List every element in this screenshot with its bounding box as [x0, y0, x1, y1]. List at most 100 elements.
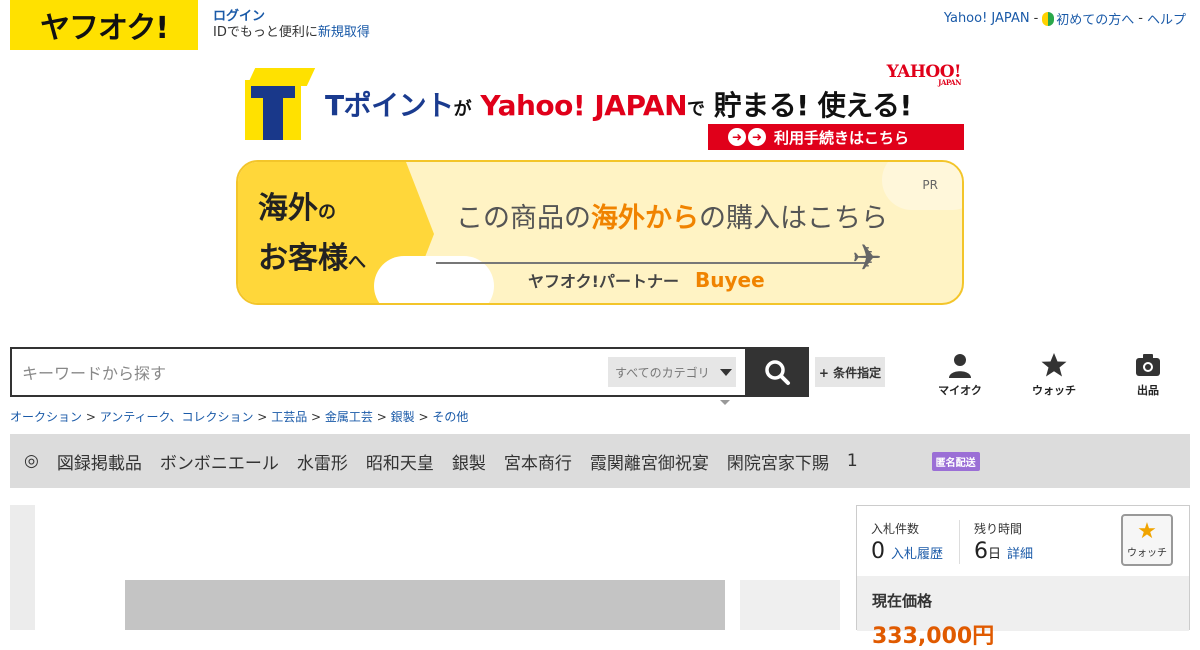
condition-button[interactable]: + 条件指定 — [815, 357, 885, 387]
yahoo-japan-logo: YAHOO! JAPAN — [887, 62, 962, 87]
help-link[interactable]: ヘルプ — [1147, 9, 1186, 28]
image-prev-edge[interactable] — [10, 505, 35, 630]
overseas-buyee-banner[interactable]: 海外の お客様へ この商品の海外からの購入はこちら PR ✈ ヤフオク!パートナ… — [236, 160, 964, 305]
caret-down-icon — [720, 400, 730, 405]
my-auction-nav[interactable]: マイオク — [930, 352, 990, 398]
airplane-icon: ✈ — [852, 238, 883, 279]
bid-panel: 入札件数 0 入札履歴 残り時間 6日 詳細 ★ ウォッチ 現在価格 333,000… — [856, 505, 1190, 649]
title-token: 宮本商行 — [503, 453, 572, 474]
bid-history-link[interactable]: 入札履歴 — [891, 547, 943, 562]
sell-label: 出品 — [1137, 384, 1159, 397]
flight-path-line — [436, 262, 866, 264]
tpoint-ga: が — [453, 99, 472, 120]
overseas-main-a: この商品の — [456, 203, 591, 234]
tpoint-cta-button[interactable]: ➜ ➜ 利用手続きはこちら — [708, 124, 964, 150]
buyee-logo: Buyee — [694, 268, 765, 292]
link-separator: - — [1138, 11, 1143, 26]
arrow-right-icon: ➜ — [728, 128, 746, 146]
partner-label: ヤフオク!パートナー — [528, 272, 679, 291]
id-text: IDでもっと便利に — [213, 25, 318, 40]
breadcrumb-item[interactable]: 金属工芸 — [325, 410, 373, 424]
overseas-line2: お客様 — [258, 241, 348, 276]
yahuoku-logo[interactable]: ヤフオク! — [10, 0, 198, 50]
user-icon — [949, 354, 971, 378]
breadcrumb-item[interactable]: オークション — [10, 410, 82, 424]
tpoint-de: で — [687, 99, 705, 120]
title-token: 1 — [846, 451, 858, 471]
overseas-line1: 海外 — [258, 191, 318, 226]
breadcrumb: オークション > アンティーク、コレクション > 工芸品 > 金属工芸 > 銀製… — [10, 408, 468, 425]
chevron-down-icon — [719, 368, 732, 376]
bids-count-block: 入札件数 0 入札履歴 — [871, 520, 959, 564]
login-link[interactable]: ログイン — [213, 9, 370, 25]
beginners-link-label: 初めての方へ — [1056, 13, 1135, 28]
title-token: 図録掲載品 — [56, 453, 142, 474]
arrow-right-icon: ➜ — [748, 128, 766, 146]
breadcrumb-separator: > — [257, 410, 268, 424]
overseas-line2-suffix: へ — [348, 252, 366, 273]
sell-nav[interactable]: 出品 — [1118, 352, 1178, 398]
camera-icon — [1136, 354, 1160, 376]
time-label: 残り時間 — [974, 522, 1023, 536]
login-box: ログイン IDでもっと便利に新規取得 — [213, 9, 370, 41]
category-select-label: すべてのカテゴリ — [615, 365, 710, 380]
tpoint-save-use: 貯まる! 使える! — [713, 89, 912, 122]
anonymous-shipping-badge: 匿名配送 — [931, 451, 980, 471]
bids-value: 0 — [871, 539, 885, 564]
watch-button[interactable]: ★ ウォッチ — [1121, 514, 1173, 566]
search-button[interactable] — [745, 347, 809, 397]
time-detail-link[interactable]: 詳細 — [1007, 547, 1033, 562]
tpoint-banner[interactable]: Tポイントが Yahoo! JAPANで 貯まる! 使える! YAHOO! JA… — [245, 62, 965, 152]
time-value: 6 — [974, 539, 988, 564]
title-token: ◎ — [24, 451, 39, 471]
my-auction-label: マイオク — [938, 384, 982, 397]
tpoint-yahoo-text: Yahoo! JAPAN — [480, 89, 688, 122]
breadcrumb-item[interactable]: アンティーク、コレクション — [100, 410, 254, 424]
top-links: Yahoo! JAPAN - 初めての方へ - ヘルプ — [944, 9, 1186, 28]
yahoo-japan-link[interactable]: Yahoo! JAPAN — [944, 11, 1030, 26]
watch-button-label: ウォッチ — [1127, 548, 1167, 559]
breadcrumb-item[interactable]: その他 — [432, 410, 468, 424]
breadcrumb-item[interactable]: 工芸品 — [271, 410, 307, 424]
breadcrumb-item[interactable]: 銀製 — [391, 410, 415, 424]
category-select[interactable]: すべてのカテゴリ — [608, 357, 736, 387]
header: ヤフオク! ログイン IDでもっと便利に新規取得 Yahoo! JAPAN - … — [0, 0, 1200, 52]
breadcrumb-separator: > — [418, 410, 429, 424]
tpoint-cta-label: 利用手続きはこちら — [774, 128, 910, 147]
register-link[interactable]: 新規取得 — [318, 25, 370, 40]
item-title-bar: ◎ 図録掲載品 ボンボニエール 水雷形 昭和天皇 銀製 宮本商行 霞関離宮御祝宴… — [10, 434, 1190, 488]
search-input[interactable] — [22, 361, 582, 385]
item-main-image[interactable] — [125, 580, 725, 630]
beginners-link[interactable]: 初めての方へ — [1042, 9, 1134, 28]
breadcrumb-separator: > — [311, 410, 322, 424]
time-unit: 日 — [988, 547, 1002, 562]
watch-nav[interactable]: ウォッチ — [1024, 352, 1084, 398]
item-next-image[interactable] — [740, 580, 840, 630]
breadcrumb-separator: > — [85, 410, 96, 424]
overseas-left-text: 海外の お客様へ — [258, 186, 366, 286]
title-token: 霞関離宮御祝宴 — [589, 453, 709, 474]
watch-label: ウォッチ — [1032, 384, 1076, 397]
pr-label: PR — [922, 178, 938, 192]
overseas-main-c: の購入はこちら — [699, 203, 888, 234]
price-label: 現在価格 — [872, 592, 933, 610]
overseas-main-b: 海外から — [591, 203, 699, 234]
breadcrumb-separator: > — [376, 410, 387, 424]
title-token: ボンボニエール — [159, 453, 279, 474]
tpoint-cube-icon — [245, 68, 316, 140]
star-icon — [1041, 353, 1067, 377]
title-token: 昭和天皇 — [365, 453, 434, 474]
bids-label: 入札件数 — [871, 522, 920, 536]
link-separator: - — [1033, 11, 1039, 26]
search-icon — [765, 360, 790, 385]
title-token: 閑院宮家下賜 — [726, 453, 829, 474]
search-bar: すべてのカテゴリ — [10, 347, 809, 397]
star-icon: ★ — [1137, 519, 1157, 544]
bid-stats: 入札件数 0 入札履歴 残り時間 6日 詳細 — [871, 520, 1099, 564]
tpoint-headline: Tポイントが Yahoo! JAPANで 貯まる! 使える! — [325, 84, 912, 124]
logo-text: ヤフオク! — [39, 11, 169, 46]
beginner-mark-icon — [1042, 12, 1055, 26]
time-left-block: 残り時間 6日 詳細 — [959, 520, 1099, 564]
title-token: 銀製 — [451, 453, 486, 474]
overseas-main-text: この商品の海外からの購入はこちら — [456, 196, 888, 235]
